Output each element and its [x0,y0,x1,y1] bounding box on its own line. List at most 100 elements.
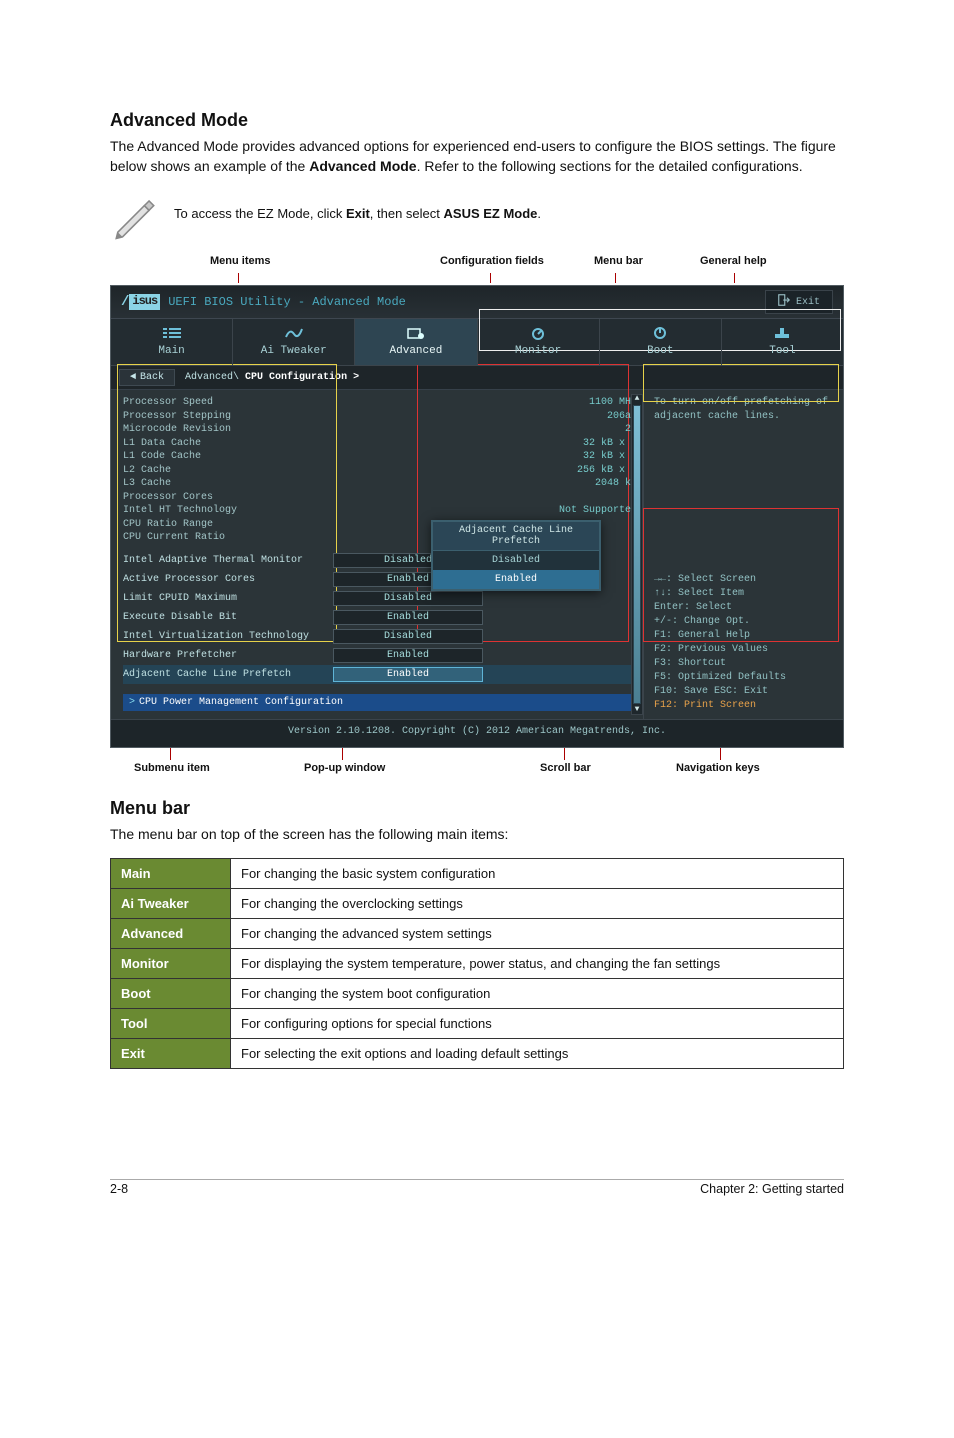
info-value: 256 kB x 2 [577,464,637,478]
nav-key-line-highlight: F12: Print Screen [654,699,833,713]
callout-nav-keys: Navigation keys [676,762,760,774]
scroll-down-icon[interactable]: ▼ [635,706,640,714]
setting-row[interactable]: Intel Virtualization TechnologyDisabled [123,627,637,646]
bios-breadcrumb: ◄ Back Advanced\ CPU Configuration > [111,366,843,390]
table-key: Main [111,859,231,889]
bios-side-panel: To turn on/off prefetching of adjacent c… [643,390,843,719]
scroll-bar[interactable]: ▲ ▼ [631,394,643,715]
advanced-icon [359,325,472,341]
popup-title: Adjacent Cache Line Prefetch [433,522,599,551]
bios-title-text: UEFI BIOS Utility - Advanced Mode [168,295,406,309]
table-key: Ai Tweaker [111,889,231,919]
setting-name: Execute Disable Bit [123,612,333,623]
setting-row[interactable]: Hardware PrefetcherEnabled [123,646,637,665]
info-value: 32 kB x 2 [583,437,637,451]
tab-main[interactable]: Main [111,319,233,365]
info-name: L1 Code Cache [123,450,201,464]
bios-screenshot: / isus UEFI BIOS Utility - Advanced Mode… [110,285,844,748]
nav-key-line: F3: Shortcut [654,657,833,671]
table-desc: For changing the overclocking settings [231,889,844,919]
setting-name: Intel Virtualization Technology [123,631,333,642]
table-desc: For changing the system boot configurati… [231,979,844,1009]
note-exit-bold: Exit [346,206,370,221]
breadcrumb-current: CPU Configuration > [245,372,359,383]
setting-value[interactable]: Enabled [333,610,483,625]
setting-value[interactable]: Enabled [333,648,483,663]
tab-tool-label: Tool [726,345,839,357]
menu-bar-heading: Menu bar [110,798,844,819]
brand-text: isus [129,294,160,310]
nav-key-line: +/-: Change Opt. [654,615,833,629]
nav-key-line: Enter: Select [654,601,833,615]
callout-ticks-bottom [110,748,844,762]
setting-row[interactable]: Execute Disable BitEnabled [123,608,637,627]
submenu-row[interactable]: > CPU Power Management Configuration [123,694,637,711]
ai-tweaker-icon [237,325,350,341]
page-number: 2-8 [110,1182,128,1196]
popup-item-selected[interactable]: Enabled [433,570,599,589]
setting-value[interactable]: Disabled [333,591,483,606]
page-footer: 2-8 Chapter 2: Getting started [110,1179,844,1196]
tab-monitor-label: Monitor [482,345,595,357]
callout-labels-bottom: Submenu item Pop-up window Scroll bar Na… [110,762,844,780]
bios-tabs: Main Ai Tweaker Advanced Monitor Boot To… [111,319,843,366]
monitor-icon [482,325,595,341]
info-name: Processor Stepping [123,410,231,424]
nav-key-line: F1: General Help [654,629,833,643]
scroll-thumb[interactable] [633,405,641,704]
setting-value[interactable]: Enabled [333,667,483,682]
callout-labels-top: Menu items Configuration fields Menu bar… [110,255,844,273]
table-desc: For displaying the system temperature, p… [231,949,844,979]
tab-monitor[interactable]: Monitor [478,319,600,365]
table-key: Tool [111,1009,231,1039]
table-row: Ai TweakerFor changing the overclocking … [111,889,844,919]
note-ezmode-bold: ASUS EZ Mode [444,206,538,221]
tab-boot-label: Boot [604,345,717,357]
info-name: CPU Current Ratio [123,531,225,545]
tab-main-label: Main [115,345,228,357]
table-row: AdvancedFor changing the advanced system… [111,919,844,949]
tab-boot[interactable]: Boot [600,319,722,365]
setting-row-selected[interactable]: Adjacent Cache Line PrefetchEnabled [123,665,637,684]
popup-item[interactable]: Disabled [433,551,599,570]
boot-icon [604,325,717,341]
setting-name: Active Processor Cores [123,574,333,585]
breadcrumb-pre: Advanced\ [185,372,245,383]
popup-window: Adjacent Cache Line Prefetch Disabled En… [431,520,601,591]
breadcrumb-path: Advanced\ CPU Configuration > [185,372,359,383]
table-key: Monitor [111,949,231,979]
nav-key-line: F2: Previous Values [654,643,833,657]
bios-title-bar: / isus UEFI BIOS Utility - Advanced Mode… [111,286,843,319]
note-post: . [537,206,541,221]
brand-logo: / isus [121,294,160,310]
callout-menu-items: Menu items [210,255,271,267]
bios-main-panel: Processor Speed1100 MHz Processor Steppi… [111,390,643,719]
table-row: ToolFor configuring options for special … [111,1009,844,1039]
submenu-label: CPU Power Management Configuration [139,697,343,708]
info-name: Processor Cores [123,491,213,505]
setting-value[interactable]: Disabled [333,629,483,644]
setting-row[interactable]: Limit CPUID MaximumDisabled [123,589,637,608]
tab-tool[interactable]: Tool [722,319,843,365]
tab-ai-tweaker[interactable]: Ai Tweaker [233,319,355,365]
info-name: Processor Speed [123,396,213,410]
note-pre: To access the EZ Mode, click [174,206,346,221]
exit-label: Exit [796,297,820,308]
setting-name: Adjacent Cache Line Prefetch [123,669,333,680]
exit-button[interactable]: Exit [765,290,833,314]
scroll-up-icon[interactable]: ▲ [635,395,640,403]
callout-ticks-top [110,273,844,285]
table-row: MonitorFor displaying the system tempera… [111,949,844,979]
tool-icon [726,325,839,341]
info-name: L1 Data Cache [123,437,201,451]
advanced-mode-paragraph: The Advanced Mode provides advanced opti… [110,137,844,176]
table-desc: For configuring options for special func… [231,1009,844,1039]
bios-footer: Version 2.10.1208. Copyright (C) 2012 Am… [111,719,843,747]
table-desc: For changing the advanced system setting… [231,919,844,949]
chevron-right-icon: > [129,697,135,708]
nav-key-line: F10: Save ESC: Exit [654,685,833,699]
tab-advanced[interactable]: Advanced [355,319,477,365]
nav-keys: →←: Select Screen ↑↓: Select Item Enter:… [654,573,833,713]
back-button[interactable]: ◄ Back [119,369,175,386]
callout-general-help: General help [700,255,767,267]
